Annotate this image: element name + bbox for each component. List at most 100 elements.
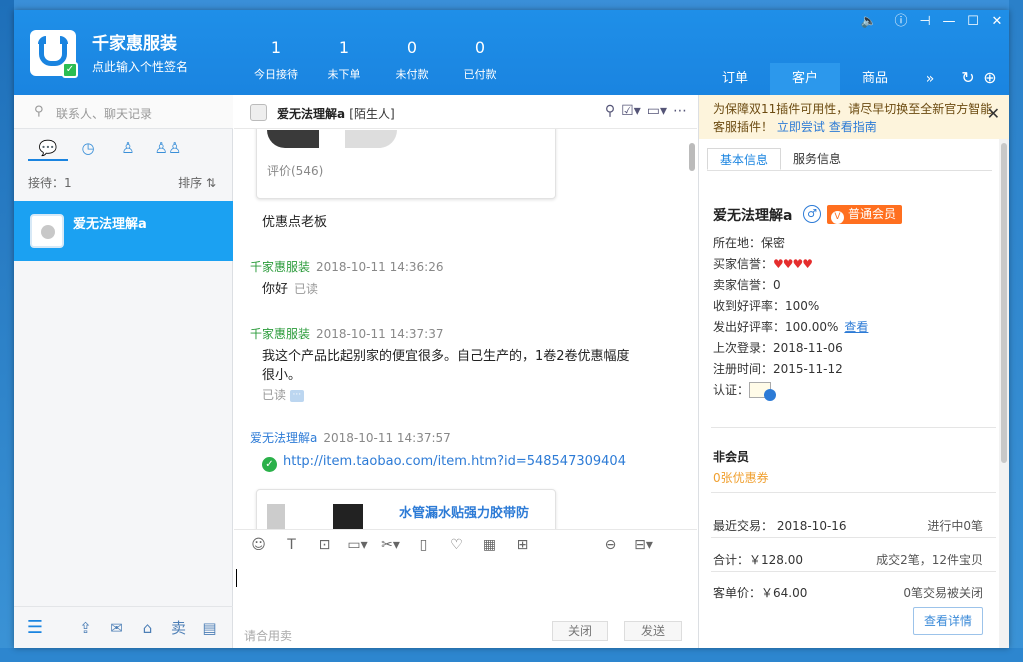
- member-badge: V 普通会员: [827, 205, 903, 224]
- font-icon[interactable]: T: [275, 537, 308, 553]
- divider: [711, 492, 996, 493]
- product-title[interactable]: 水管漏水贴强力胶带防: [399, 502, 529, 521]
- certification: 认证：: [713, 380, 868, 401]
- message-text: 优惠点老板: [262, 215, 328, 230]
- right-scrollbar[interactable]: [999, 139, 1009, 648]
- left-bottom-bar: ☰ ⇪ ✉ ⌂ 卖 ▤: [14, 606, 233, 648]
- tab-basic-info[interactable]: 基本信息: [707, 148, 782, 170]
- tab-service-info[interactable]: 服务信息: [781, 148, 853, 170]
- minimize-button[interactable]: —: [937, 12, 961, 32]
- quick-reply[interactable]: 请合用卖: [244, 627, 292, 644]
- product-card[interactable]: 评价(546): [256, 129, 556, 199]
- product-card[interactable]: 水管漏水贴强力胶带防: [256, 489, 556, 529]
- message-meta: 千家惠服装 2018-10-11 14:37:37: [250, 327, 444, 341]
- message-link[interactable]: ✓ http://item.taobao.com/item.htm?id=5485…: [262, 452, 642, 472]
- contact-item[interactable]: 爱无法理解a: [14, 201, 233, 261]
- heart-icon[interactable]: ♡: [440, 537, 473, 553]
- window-icon[interactable]: ▤: [194, 619, 225, 637]
- divider: [711, 571, 996, 572]
- desktop-left: [0, 0, 14, 662]
- maximize-button[interactable]: ☐: [961, 12, 985, 32]
- scissors-icon[interactable]: ✂▾: [374, 537, 407, 553]
- calendar-icon[interactable]: ▦: [473, 537, 506, 553]
- check-icon: ✓: [262, 457, 277, 472]
- tab-more[interactable]: »: [910, 63, 950, 95]
- sell-icon[interactable]: 卖: [163, 617, 194, 638]
- try-now-link[interactable]: 立即尝试: [777, 120, 825, 134]
- top-tabs: 订单 客户 商品 »: [700, 63, 950, 95]
- view-link[interactable]: 查看: [844, 320, 868, 334]
- input-toolbar: ☺ T ⊡ ▭▾ ✂▾ ▯ ♡ ▦ ⊞ ⊖ ⊟▾: [234, 529, 697, 559]
- contacts-panel: ⚲ 联系人、聊天记录 💬 ◷ ♙ ♙♙ 接待：1 排序 ⇅ 爱无法理解a ☰ ⇪…: [14, 95, 233, 648]
- reception-stats: 1 今日接待 1 未下单 0 未付款 0 已付款: [242, 38, 514, 82]
- location: 所在地：保密: [713, 236, 786, 250]
- emoji-icon[interactable]: ☺: [242, 537, 275, 553]
- signature-input[interactable]: 点此输入个性签名: [92, 58, 188, 75]
- view-guide-link[interactable]: 查看指南: [829, 120, 877, 134]
- tab-products[interactable]: 商品: [840, 63, 910, 95]
- chat-record-icon[interactable]: ⊖: [594, 537, 627, 553]
- message-meta: 爱无法理解a 2018-10-11 14:37:57: [250, 431, 451, 445]
- add-contact-icon[interactable]: ⚲: [605, 103, 615, 119]
- closed-count: 0笔交易被关闭: [903, 586, 983, 600]
- close-chat-button[interactable]: 关闭: [552, 621, 608, 641]
- video-icon[interactable]: ▭▾: [647, 103, 667, 119]
- message-list[interactable]: 评价(546) 优惠点老板 千家惠服装 2018-10-11 14:36:26 你…: [234, 129, 697, 529]
- chat-scrollbar[interactable]: [689, 135, 695, 521]
- stat-not-ordered[interactable]: 1 未下单: [310, 38, 378, 82]
- member-status: 非会员: [713, 450, 750, 464]
- register-date: 注册时间：2015-11-12: [713, 362, 843, 376]
- search-placeholder: 联系人、聊天记录: [56, 107, 153, 121]
- view-details-button[interactable]: 查看详情: [913, 607, 983, 635]
- stat-unpaid[interactable]: 0 未付款: [378, 38, 446, 82]
- message-meta: 千家惠服装 2018-10-11 14:36:26: [250, 260, 444, 274]
- online-check-icon: ✓: [62, 62, 78, 78]
- avg-price: 客单价：￥64.00 0笔交易被关闭: [713, 586, 983, 600]
- pin-icon[interactable]: ⊣: [913, 12, 937, 32]
- more-icon[interactable]: ⋯: [673, 103, 687, 119]
- shop-logo[interactable]: ✓: [30, 30, 78, 78]
- upload-icon[interactable]: ⇪: [70, 619, 101, 637]
- chat-bubble-icon[interactable]: 💬: [28, 139, 68, 161]
- app-header: ✓ 千家惠服装 点此输入个性签名 1 今日接待 1 未下单 0 未付款 0 已付…: [14, 10, 1009, 95]
- male-icon: ♂: [803, 205, 821, 223]
- clock-icon[interactable]: ◷: [68, 139, 108, 161]
- send-button[interactable]: 发送: [624, 621, 682, 641]
- trade-total: 合计：￥128.00 成交2笔，12件宝贝: [713, 553, 983, 567]
- vibrate-icon[interactable]: ▯: [407, 537, 440, 553]
- coupon-count[interactable]: 0张优惠券: [713, 469, 769, 486]
- last-login: 上次登录：2018-11-06: [713, 341, 843, 355]
- tab-customer[interactable]: 客户: [770, 63, 840, 95]
- refresh-icon[interactable]: ↻: [958, 68, 978, 88]
- mail-icon[interactable]: ✉: [101, 619, 132, 637]
- contact-search[interactable]: ⚲ 联系人、聊天记录: [14, 95, 233, 129]
- folder-icon[interactable]: ▭▾: [341, 537, 374, 553]
- volume-icon[interactable]: 🔈: [857, 12, 881, 32]
- add-icon[interactable]: ⊕: [980, 68, 1000, 88]
- close-notice-icon[interactable]: ✕: [987, 105, 1000, 123]
- sent-good-rate: 发出好评率：100.00% 查看: [713, 320, 869, 334]
- chat-header: 爱无法理解a [陌生人] ⚲ ☑▾ ▭▾ ⋯: [234, 95, 697, 129]
- tab-orders[interactable]: 订单: [700, 63, 770, 95]
- group-icon[interactable]: ♙♙: [148, 139, 188, 161]
- sort-button[interactable]: 排序 ⇅: [178, 174, 216, 191]
- search-icon: ⚲: [34, 104, 44, 119]
- qianniu-window: ✓ 千家惠服装 点此输入个性签名 1 今日接待 1 未下单 0 未付款 0 已付…: [14, 10, 1009, 648]
- close-button[interactable]: ✕: [985, 12, 1009, 32]
- order-icon[interactable]: ⊟▾: [627, 537, 660, 553]
- message-input[interactable]: [234, 559, 697, 614]
- info-tabs: 基本信息 服务信息: [707, 148, 992, 171]
- screenshot-icon[interactable]: ⊡: [308, 537, 341, 553]
- menu-icon[interactable]: ☰: [14, 617, 56, 638]
- store-icon[interactable]: ⌂: [132, 619, 163, 637]
- in-progress-count: 进行中0笔: [927, 519, 983, 533]
- stat-today[interactable]: 1 今日接待: [242, 38, 310, 82]
- transfer-icon[interactable]: ☑▾: [621, 103, 641, 119]
- read-status: 已读 ···: [262, 386, 304, 403]
- person-icon[interactable]: ♙: [108, 139, 148, 161]
- avatar: [30, 214, 64, 248]
- stat-paid[interactable]: 0 已付款: [446, 38, 514, 82]
- more-dots-icon[interactable]: ···: [289, 389, 304, 402]
- help-icon[interactable]: ⓘ: [889, 12, 913, 32]
- coupon-icon[interactable]: ⊞: [506, 537, 539, 553]
